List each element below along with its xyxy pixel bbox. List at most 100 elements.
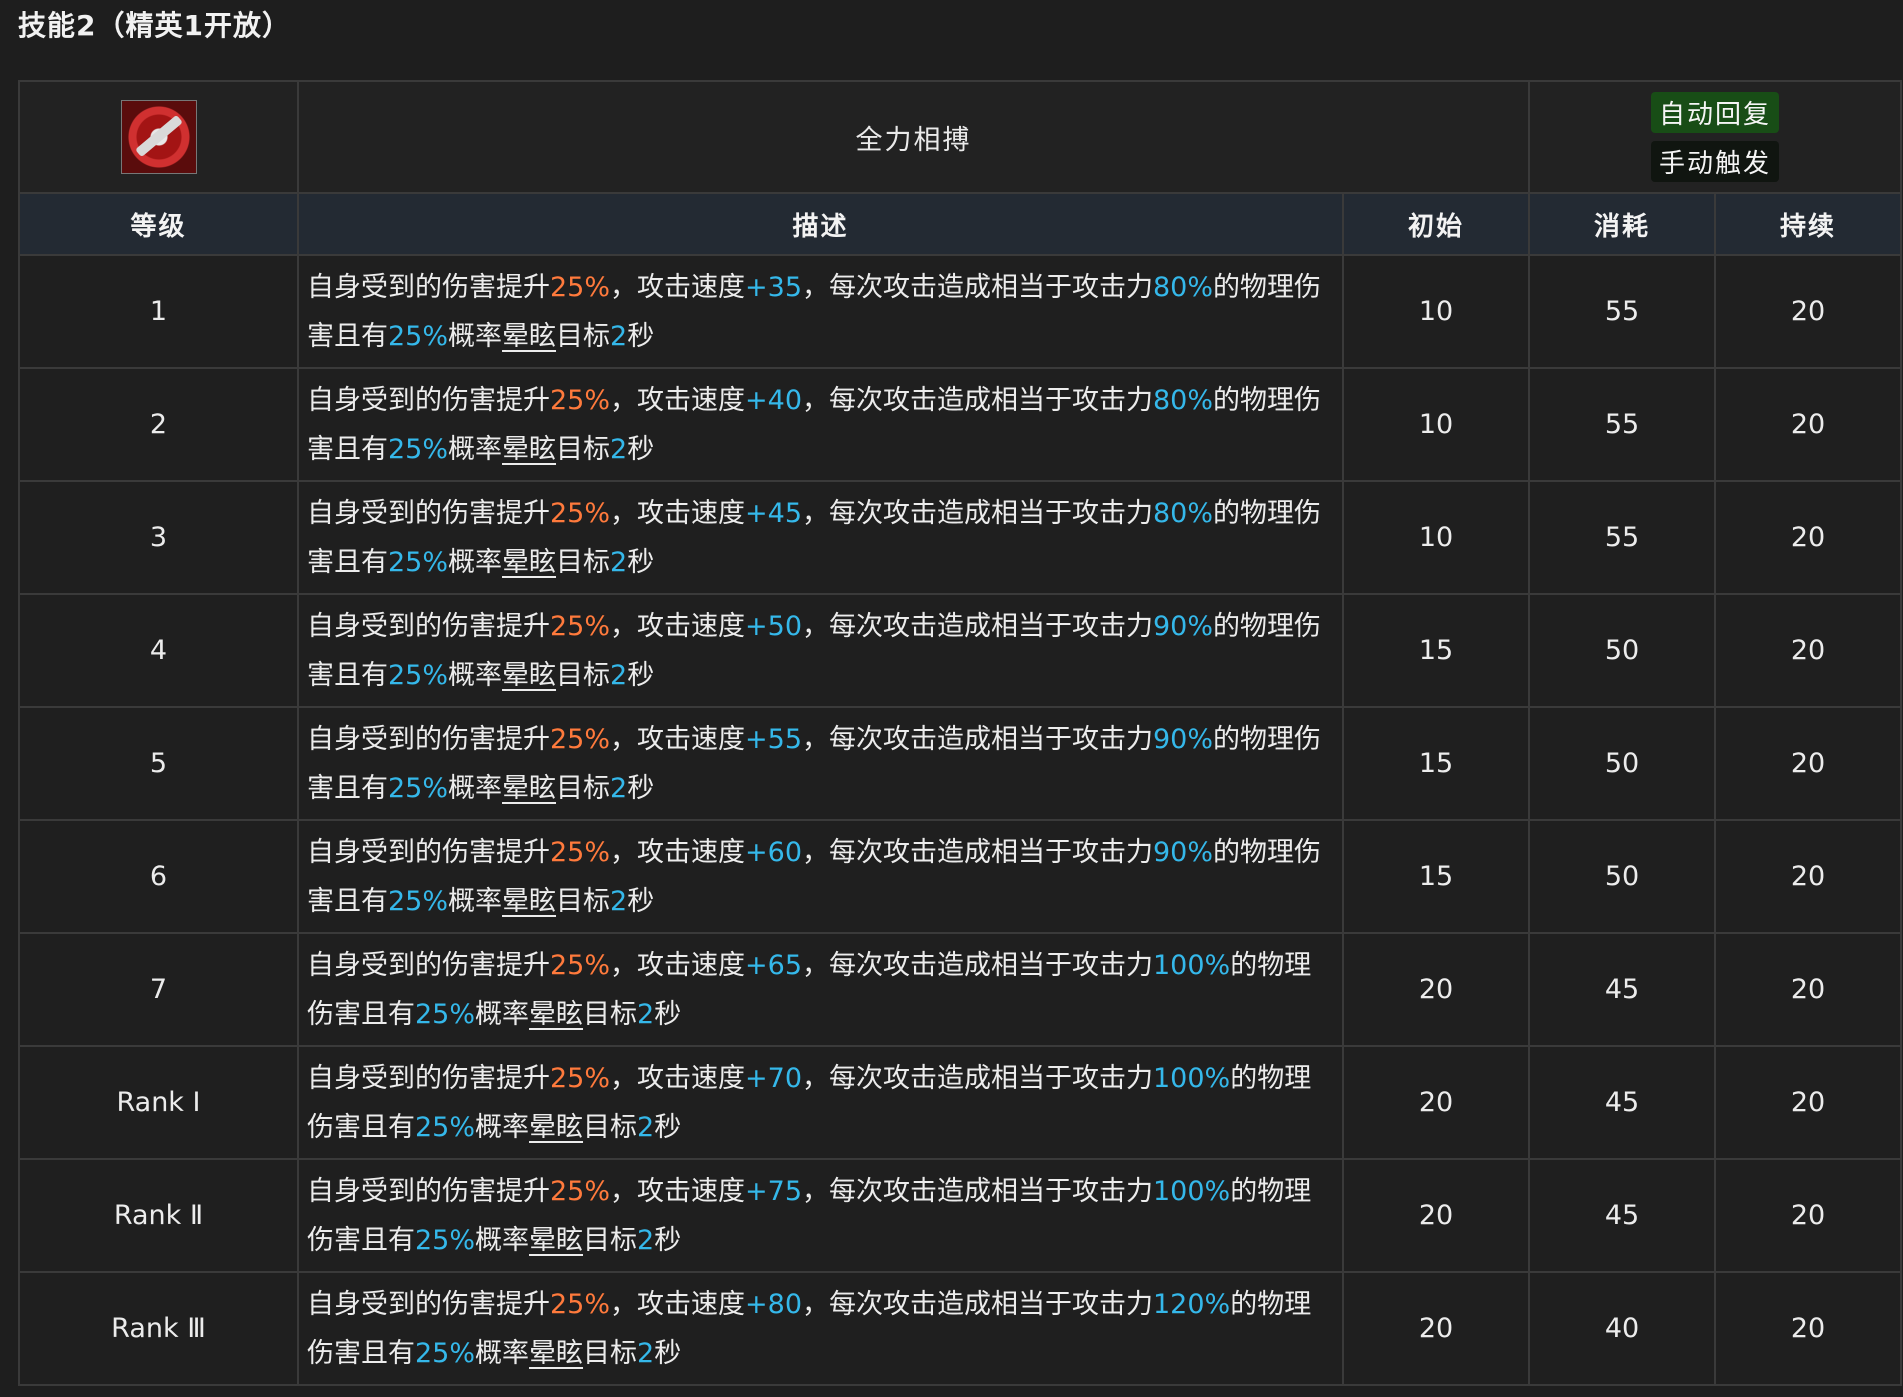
- desc-text: ，攻击速度: [610, 723, 746, 755]
- attack-speed-value: +45: [745, 497, 802, 529]
- level-rows: 1 自身受到的伤害提升25%，攻击速度+35，每次攻击造成相当于攻击力80%的物理…: [18, 254, 1903, 1386]
- stun-term-link[interactable]: 晕眩: [529, 999, 583, 1030]
- desc-text: 自身受到的伤害提升: [307, 836, 550, 868]
- stun-seconds-value: 2: [610, 546, 628, 578]
- attack-ratio-value: 80%: [1153, 271, 1214, 303]
- table-row: 4 自身受到的伤害提升25%，攻击速度+50，每次攻击造成相当于攻击力90%的物理…: [18, 593, 1903, 708]
- header-initial: 初始: [1342, 192, 1530, 256]
- stun-term-link[interactable]: 晕眩: [502, 886, 556, 917]
- duration-cell: 20: [1713, 706, 1903, 821]
- initial-sp-cell: 15: [1342, 819, 1530, 934]
- skill-table: 全力相搏 自动回复 手动触发 等级 描述 初始 消耗 持续 1 自身受到的伤害提升…: [18, 80, 1903, 1386]
- sp-cost-cell: 40: [1528, 1271, 1716, 1386]
- duration-cell: 20: [1713, 254, 1903, 369]
- level-cell: 2: [18, 367, 299, 482]
- stun-term-link[interactable]: 晕眩: [529, 1338, 583, 1369]
- desc-text: 目标: [583, 1337, 638, 1369]
- desc-text: 秒: [654, 1337, 682, 1369]
- attack-speed-value: +60: [745, 836, 802, 868]
- level-cell: 6: [18, 819, 299, 934]
- initial-sp-cell: 15: [1342, 706, 1530, 821]
- desc-text: 自身受到的伤害提升: [307, 271, 550, 303]
- description-cell: 自身受到的伤害提升25%，攻击速度+80，每次攻击造成相当于攻击力120%的物理…: [297, 1271, 1344, 1386]
- attack-speed-value: +40: [745, 384, 802, 416]
- desc-text: 秒: [627, 433, 655, 465]
- damage-taken-value: 25%: [550, 1288, 611, 1320]
- damage-taken-value: 25%: [550, 610, 611, 642]
- desc-text: 目标: [556, 772, 611, 804]
- attack-speed-value: +80: [745, 1288, 802, 1320]
- description-cell: 自身受到的伤害提升25%，攻击速度+55，每次攻击造成相当于攻击力90%的物理伤…: [297, 706, 1344, 821]
- desc-text: 秒: [627, 659, 655, 691]
- page: 技能2（精英1开放） 全力相搏 自动回复 手动触发 等级 描述 初始 消耗 持续: [0, 0, 1903, 1397]
- level-cell: 7: [18, 932, 299, 1047]
- desc-text: ，攻击速度: [610, 1288, 746, 1320]
- damage-taken-value: 25%: [550, 836, 611, 868]
- desc-text: ，每次攻击造成相当于攻击力: [802, 497, 1153, 529]
- description-cell: 自身受到的伤害提升25%，攻击速度+40，每次攻击造成相当于攻击力80%的物理伤…: [297, 367, 1344, 482]
- desc-text: 概率: [475, 1111, 530, 1143]
- desc-text: 概率: [448, 772, 503, 804]
- desc-text: 目标: [556, 320, 611, 352]
- stun-term-link[interactable]: 晕眩: [502, 321, 556, 352]
- stun-chance-value: 25%: [388, 433, 449, 465]
- initial-sp-cell: 20: [1342, 1158, 1530, 1273]
- desc-text: ，每次攻击造成相当于攻击力: [802, 271, 1153, 303]
- desc-text: 概率: [475, 1337, 530, 1369]
- stun-term-link[interactable]: 晕眩: [502, 773, 556, 804]
- desc-text: ，攻击速度: [610, 271, 746, 303]
- desc-text: 目标: [583, 998, 638, 1030]
- attack-speed-value: +75: [745, 1175, 802, 1207]
- sp-cost-cell: 45: [1528, 932, 1716, 1047]
- stun-term-link[interactable]: 晕眩: [502, 434, 556, 465]
- stun-chance-value: 25%: [415, 1337, 476, 1369]
- initial-sp-cell: 10: [1342, 480, 1530, 595]
- attack-ratio-value: 100%: [1153, 1062, 1231, 1094]
- attack-ratio-value: 80%: [1153, 497, 1214, 529]
- desc-text: 概率: [448, 659, 503, 691]
- desc-text: 秒: [627, 772, 655, 804]
- skill-icon-cell: [18, 80, 299, 194]
- duration-cell: 20: [1713, 593, 1903, 708]
- stun-seconds-value: 2: [610, 433, 628, 465]
- stun-term-link[interactable]: 晕眩: [529, 1225, 583, 1256]
- stun-seconds-value: 2: [610, 772, 628, 804]
- stun-term-link[interactable]: 晕眩: [502, 547, 556, 578]
- stun-term-link[interactable]: 晕眩: [529, 1112, 583, 1143]
- initial-sp-cell: 10: [1342, 254, 1530, 369]
- desc-text: 秒: [627, 320, 655, 352]
- desc-text: 概率: [475, 1224, 530, 1256]
- recovery-type-badge: 自动回复: [1651, 92, 1780, 133]
- attack-ratio-value: 100%: [1153, 949, 1231, 981]
- stun-chance-value: 25%: [388, 885, 449, 917]
- level-cell: 3: [18, 480, 299, 595]
- stun-chance-value: 25%: [388, 772, 449, 804]
- desc-text: 秒: [654, 998, 682, 1030]
- skill-name: 全力相搏: [297, 80, 1530, 194]
- description-cell: 自身受到的伤害提升25%，攻击速度+50，每次攻击造成相当于攻击力90%的物理伤…: [297, 593, 1344, 708]
- section-title: 技能2（精英1开放）: [18, 9, 291, 42]
- table-row: 1 自身受到的伤害提升25%，攻击速度+35，每次攻击造成相当于攻击力80%的物理…: [18, 254, 1903, 369]
- initial-sp-cell: 20: [1342, 1271, 1530, 1386]
- desc-text: 自身受到的伤害提升: [307, 949, 550, 981]
- column-header-row: 等级 描述 初始 消耗 持续: [18, 192, 1903, 256]
- desc-text: 目标: [556, 885, 611, 917]
- desc-text: 概率: [475, 998, 530, 1030]
- desc-text: ，攻击速度: [610, 836, 746, 868]
- stun-chance-value: 25%: [388, 546, 449, 578]
- sp-cost-cell: 55: [1528, 480, 1716, 595]
- desc-text: ，每次攻击造成相当于攻击力: [802, 384, 1153, 416]
- table-row: 7 自身受到的伤害提升25%，攻击速度+65，每次攻击造成相当于攻击力100%的物…: [18, 932, 1903, 1047]
- desc-text: ，每次攻击造成相当于攻击力: [802, 723, 1153, 755]
- description-cell: 自身受到的伤害提升25%，攻击速度+75，每次攻击造成相当于攻击力100%的物理…: [297, 1158, 1344, 1273]
- desc-text: ，每次攻击造成相当于攻击力: [802, 949, 1153, 981]
- attack-speed-value: +55: [745, 723, 802, 755]
- initial-sp-cell: 10: [1342, 367, 1530, 482]
- attack-ratio-value: 120%: [1153, 1288, 1231, 1320]
- initial-sp-cell: 15: [1342, 593, 1530, 708]
- level-cell: 4: [18, 593, 299, 708]
- stun-term-link[interactable]: 晕眩: [502, 660, 556, 691]
- desc-text: ，攻击速度: [610, 610, 746, 642]
- level-cell: 1: [18, 254, 299, 369]
- stun-seconds-value: 2: [610, 659, 628, 691]
